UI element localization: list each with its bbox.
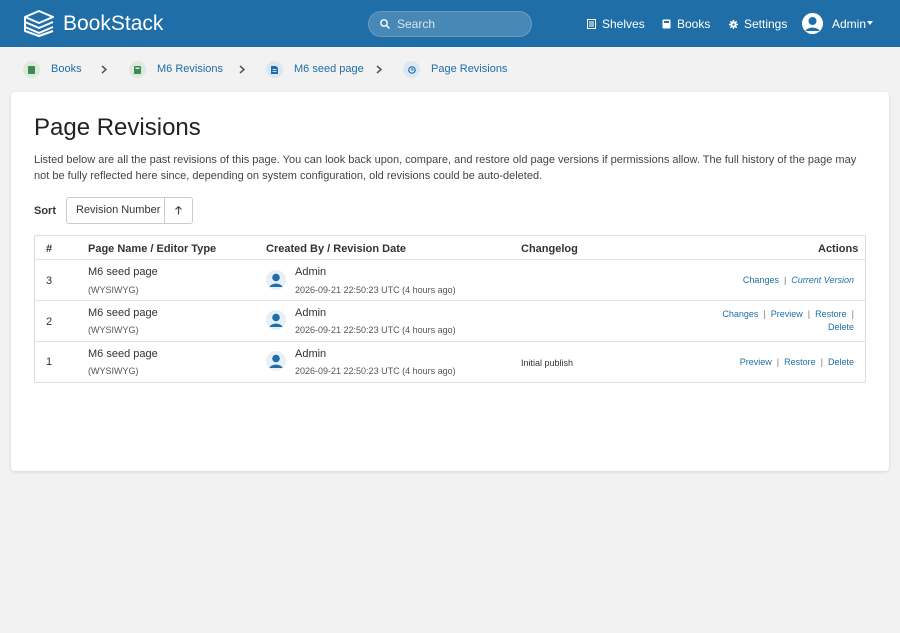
avatar — [266, 351, 286, 371]
column-header-number: # — [46, 243, 53, 255]
changes-link[interactable]: Changes — [743, 275, 779, 285]
revision-page-name: M6 seed page — [88, 266, 158, 278]
revision-icon — [403, 61, 420, 78]
nav-settings-label: Settings — [744, 17, 788, 31]
books-icon — [23, 61, 40, 78]
breadcrumb-page[interactable]: M6 seed page — [266, 61, 364, 78]
breadcrumb-label: Page Revisions — [431, 63, 508, 75]
breadcrumb-label: M6 Revisions — [157, 63, 224, 75]
revision-number: 1 — [46, 356, 53, 368]
avatar — [266, 270, 286, 290]
revision-actions: Preview | Restore | Delete — [739, 357, 854, 367]
settings-icon — [729, 19, 738, 29]
avatar — [266, 310, 286, 330]
nav-books[interactable]: Books — [662, 16, 710, 32]
revision-number: 3 — [46, 275, 53, 287]
sort-select[interactable]: Revision Number — [67, 198, 165, 223]
current-version-label[interactable]: Current Version — [791, 275, 854, 285]
column-header-page-name: Page Name / Editor Type — [88, 243, 217, 255]
nav-shelves-label: Shelves — [602, 17, 645, 31]
page-description: Listed below are all the past revisions … — [34, 154, 857, 182]
revision-author: Admin — [295, 307, 327, 319]
breadcrumb-label: M6 seed page — [294, 63, 364, 75]
revision-actions: Changes | Preview | Restore | Delete — [722, 309, 854, 332]
search-icon — [380, 19, 391, 30]
revision-page-name: M6 seed page — [88, 307, 158, 319]
row-divider — [35, 259, 865, 260]
revision-actions: Changes | Current Version — [742, 275, 854, 285]
preview-link[interactable]: Preview — [740, 357, 772, 367]
user-icon — [802, 13, 823, 34]
search-input[interactable] — [397, 12, 527, 36]
changes-link[interactable]: Changes — [722, 309, 758, 319]
bookstack-logo-icon[interactable] — [24, 10, 54, 37]
revision-number: 2 — [46, 316, 53, 328]
revision-editor-type: (WYSIWYG) — [88, 325, 139, 335]
chevron-right-icon — [376, 65, 382, 74]
row-divider — [35, 341, 865, 342]
shelves-icon — [587, 19, 596, 29]
column-header-changelog: Changelog — [521, 243, 578, 255]
page-icon — [266, 61, 283, 78]
arrow-up-icon — [175, 206, 182, 215]
column-header-actions: Actions — [818, 243, 859, 255]
column-header-created-by: Created By / Revision Date — [266, 243, 406, 255]
breadcrumb-book[interactable]: M6 Revisions — [129, 61, 223, 78]
brand-name[interactable]: BookStack — [63, 10, 163, 37]
books-icon — [662, 19, 671, 29]
page-title: Page Revisions — [34, 114, 201, 141]
revision-author: Admin — [295, 348, 327, 360]
preview-link[interactable]: Preview — [771, 309, 803, 319]
sort-direction-button[interactable] — [165, 198, 192, 223]
sort-control: Revision Number — [66, 197, 193, 224]
breadcrumb-revisions[interactable]: Page Revisions — [403, 61, 507, 78]
user-icon — [269, 313, 283, 327]
delete-link[interactable]: Delete — [828, 322, 854, 332]
revision-date: 2026-09-21 22:50:23 UTC (4 hours ago) — [295, 366, 456, 376]
book-icon — [129, 61, 146, 78]
restore-link[interactable]: Restore — [815, 309, 847, 319]
revision-page-name: M6 seed page — [88, 348, 158, 360]
restore-link[interactable]: Restore — [784, 357, 816, 367]
app-header: BookStack Shelves Books — [0, 0, 900, 47]
revision-editor-type: (WYSIWYG) — [88, 285, 139, 295]
nav-shelves[interactable]: Shelves — [587, 16, 645, 32]
chevron-right-icon — [239, 65, 245, 74]
nav-settings[interactable]: Settings — [729, 16, 787, 32]
row-divider — [35, 300, 865, 301]
sort-label: Sort — [34, 205, 56, 217]
user-icon — [269, 273, 283, 287]
user-icon — [269, 354, 283, 368]
revision-editor-type: (WYSIWYG) — [88, 366, 139, 376]
search-bar[interactable] — [368, 11, 532, 37]
revision-date: 2026-09-21 22:50:23 UTC (4 hours ago) — [295, 325, 456, 335]
revision-date: 2026-09-21 22:50:23 UTC (4 hours ago) — [295, 285, 456, 295]
nav-books-label: Books — [677, 17, 711, 31]
breadcrumb-label: Books — [51, 63, 82, 75]
user-avatar[interactable] — [802, 13, 823, 34]
chevron-down-icon[interactable] — [867, 21, 873, 25]
breadcrumb-books[interactable]: Books — [23, 61, 82, 78]
user-name[interactable]: Admin — [832, 16, 866, 32]
delete-link[interactable]: Delete — [828, 357, 854, 367]
chevron-right-icon — [101, 65, 107, 74]
revision-author: Admin — [295, 266, 327, 278]
revision-changelog: Initial publish — [521, 358, 574, 368]
